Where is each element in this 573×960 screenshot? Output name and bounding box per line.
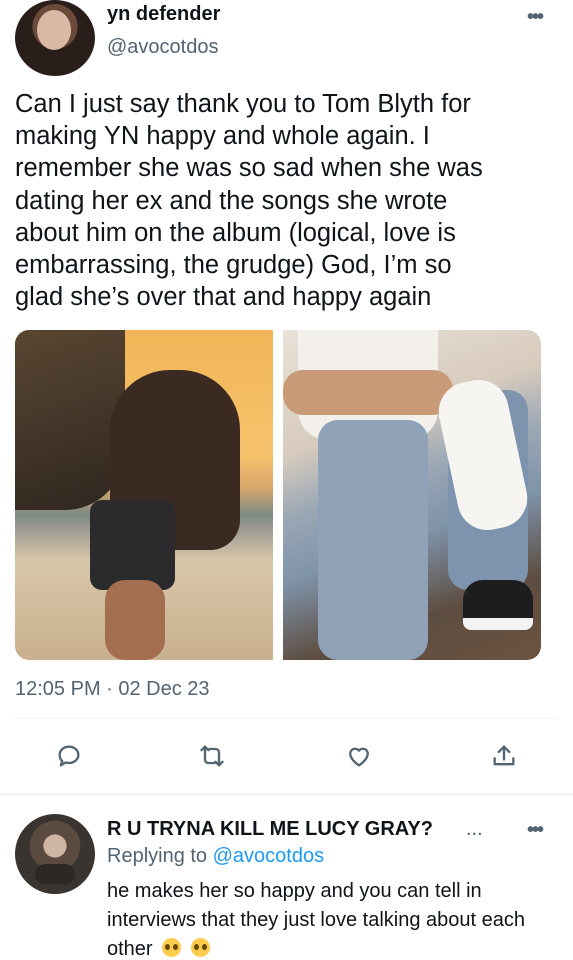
more-horizontal-icon[interactable]: ••• bbox=[527, 6, 544, 29]
tweet-image-beach[interactable] bbox=[15, 330, 273, 660]
display-name[interactable]: yn defender bbox=[107, 3, 220, 26]
retweet-icon[interactable] bbox=[191, 735, 233, 777]
replying-to: Replying to @avocotdos bbox=[107, 845, 324, 868]
reply-name-overflow: ... bbox=[466, 818, 483, 840]
section-separator bbox=[0, 793, 573, 796]
reply-text: he makes her so happy and you can tell i… bbox=[107, 877, 562, 960]
comment-icon[interactable] bbox=[48, 735, 90, 777]
main-tweet[interactable]: yn defender @avocotdos ••• Can I just sa… bbox=[0, 0, 573, 790]
reply-display-name[interactable]: R U TRYNA KILL ME LUCY GRAY? bbox=[107, 818, 433, 841]
image-sneaker bbox=[463, 580, 533, 630]
share-icon[interactable] bbox=[483, 735, 525, 777]
avatar[interactable] bbox=[15, 0, 95, 76]
pleading-face-icon bbox=[190, 938, 210, 957]
replying-handle-link[interactable]: @avocotdos bbox=[213, 845, 324, 867]
image-cliff bbox=[15, 330, 125, 510]
divider bbox=[15, 718, 558, 719]
tweet-image-jeans[interactable] bbox=[283, 330, 541, 660]
image-legs bbox=[105, 580, 165, 660]
reply-avatar[interactable] bbox=[15, 814, 95, 894]
tweet-text: Can I just say thank you to Tom Blyth fo… bbox=[15, 90, 483, 312]
replying-prefix: Replying to bbox=[107, 845, 208, 867]
more-horizontal-icon[interactable]: ••• bbox=[527, 819, 544, 842]
heart-icon[interactable] bbox=[338, 735, 380, 777]
tweet-timestamp[interactable]: 12:05 PM · 02 Dec 23 bbox=[15, 678, 210, 701]
pleading-face-icon bbox=[162, 938, 182, 957]
user-handle[interactable]: @avocotdos bbox=[107, 36, 218, 59]
image-arm bbox=[283, 370, 453, 415]
tweet-actions bbox=[0, 735, 573, 777]
image-shorts bbox=[90, 500, 175, 590]
image-jeans bbox=[318, 420, 428, 660]
